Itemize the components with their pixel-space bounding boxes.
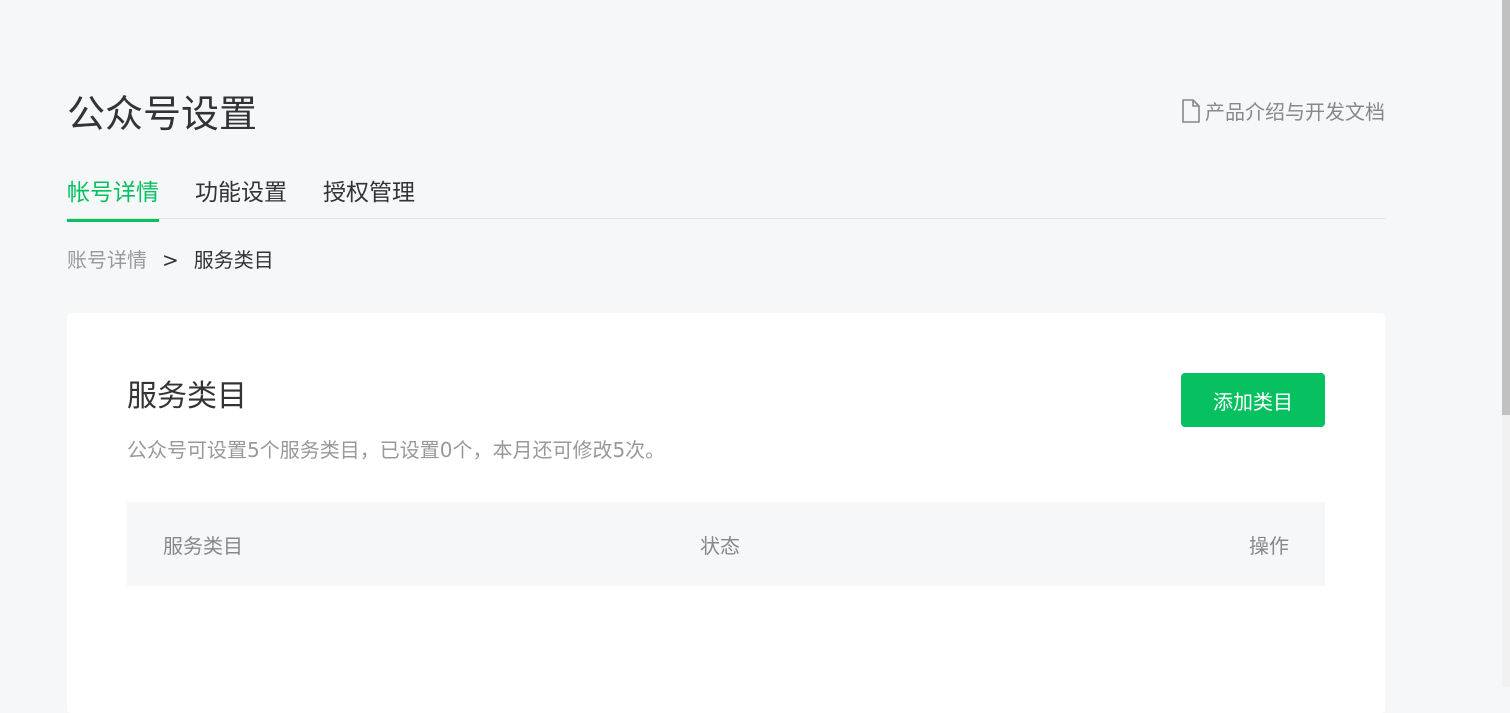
page-title: 公众号设置 bbox=[67, 92, 258, 136]
column-header-category: 服务类目 bbox=[163, 533, 243, 558]
vertical-scrollbar[interactable] bbox=[1502, 0, 1510, 687]
column-header-actions: 操作 bbox=[1249, 533, 1289, 558]
column-header-status: 状态 bbox=[700, 533, 740, 558]
service-category-card: 服务类目 公众号可设置5个服务类目，已设置0个，本月还可修改5次。 添加类目 服… bbox=[67, 313, 1385, 713]
scrollbar-thumb[interactable] bbox=[1502, 0, 1510, 415]
table-header: 服务类目 状态 操作 bbox=[127, 502, 1325, 586]
breadcrumb-current: 服务类目 bbox=[193, 248, 274, 272]
add-category-button[interactable]: 添加类目 bbox=[1181, 373, 1325, 427]
breadcrumb-separator: > bbox=[162, 248, 179, 272]
card-description: 公众号可设置5个服务类目，已设置0个，本月还可修改5次。 bbox=[127, 438, 666, 462]
tab-feature-settings[interactable]: 功能设置 bbox=[195, 172, 287, 218]
doc-link[interactable]: 产品介绍与开发文档 bbox=[1181, 96, 1385, 125]
doc-link-label: 产品介绍与开发文档 bbox=[1205, 100, 1385, 124]
document-icon bbox=[1181, 98, 1201, 123]
tab-account-details[interactable]: 帐号详情 bbox=[67, 172, 159, 222]
page-header: 公众号设置 产品介绍与开发文档 bbox=[67, 84, 1385, 144]
breadcrumb: 账号详情 > 服务类目 bbox=[67, 246, 274, 274]
card-title: 服务类目 bbox=[127, 379, 247, 414]
tab-authorization-management[interactable]: 授权管理 bbox=[323, 172, 415, 218]
tab-bar: 帐号详情 功能设置 授权管理 bbox=[67, 172, 1385, 222]
breadcrumb-parent-link[interactable]: 账号详情 bbox=[67, 246, 147, 274]
